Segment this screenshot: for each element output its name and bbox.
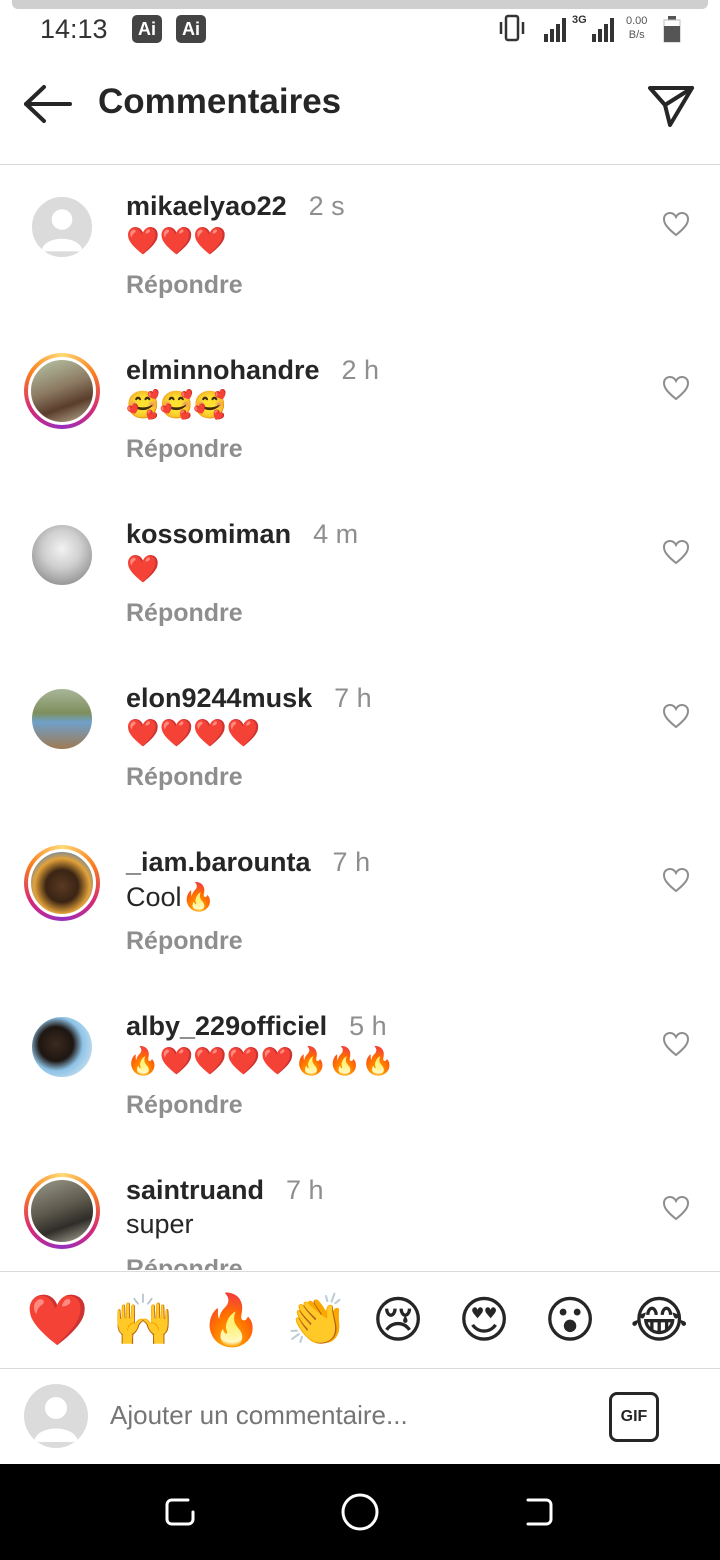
- reply-button[interactable]: Répondre: [126, 1091, 243, 1120]
- comment-item: kossomiman 4 m ❤️ Répondre: [0, 493, 720, 657]
- avatar: [24, 1384, 88, 1448]
- heart-icon[interactable]: [662, 539, 690, 565]
- comment-username[interactable]: alby_229officiel 5 h: [126, 1011, 387, 1042]
- paper-plane-icon[interactable]: [646, 80, 696, 130]
- comment-username[interactable]: _iam.barounta 7 h: [126, 847, 370, 878]
- comment-composer: GIF: [0, 1368, 720, 1464]
- comment-item: _iam.barounta 7 h Cool🔥 Répondre: [0, 821, 720, 985]
- vibrate-icon: [499, 14, 525, 42]
- comment-text: Cool🔥: [126, 882, 216, 912]
- avatar-photo: [28, 357, 96, 425]
- avatar-photo: [30, 1015, 94, 1079]
- reply-button[interactable]: Répondre: [126, 763, 243, 792]
- comment-username[interactable]: elon9244musk 7 h: [126, 683, 372, 714]
- comment-time: 7 h: [334, 683, 372, 713]
- comment-time: 4 m: [313, 519, 359, 549]
- reaction-heart[interactable]: ❤️: [26, 1290, 88, 1350]
- comment-text: super: [126, 1209, 194, 1239]
- arrow-left-icon[interactable]: [22, 84, 74, 124]
- reaction-surprised[interactable]: 😮: [544, 1290, 596, 1350]
- username-text[interactable]: mikaelyao22: [126, 191, 287, 221]
- recents-icon[interactable]: [162, 1494, 198, 1530]
- avatar-photo: [28, 1177, 96, 1245]
- signal-icon: [592, 18, 614, 42]
- comment-username[interactable]: saintruand 7 h: [126, 1175, 324, 1206]
- comment-username[interactable]: elminnohandre 2 h: [126, 355, 379, 386]
- comment-item: elon9244musk 7 h ❤️❤️❤️❤️ Répondre: [0, 657, 720, 821]
- comment-time: 2 s: [308, 191, 345, 221]
- reaction-heart-eyes[interactable]: 😍: [458, 1290, 510, 1350]
- status-bar: 14:13 Ai Ai 3G 0.00 B/s: [0, 0, 720, 60]
- avatar-photo: [30, 687, 94, 751]
- gif-button[interactable]: GIF: [609, 1392, 659, 1442]
- signal-icon: [544, 18, 566, 42]
- default-avatar-icon: [30, 195, 94, 259]
- avatar[interactable]: [24, 681, 100, 757]
- comment-username[interactable]: kossomiman 4 m: [126, 519, 358, 550]
- reply-button[interactable]: Répondre: [126, 1255, 243, 1270]
- net-speed: 0.00 B/s: [626, 14, 647, 42]
- net-speed-value: 0.00: [626, 15, 648, 27]
- heart-icon[interactable]: [662, 867, 690, 893]
- reply-button[interactable]: Répondre: [126, 599, 243, 628]
- reaction-raised-hands[interactable]: 🙌: [112, 1290, 174, 1350]
- username-text[interactable]: elminnohandre: [126, 355, 320, 385]
- home-icon[interactable]: [340, 1492, 380, 1532]
- comment-username[interactable]: mikaelyao22 2 s: [126, 191, 345, 222]
- comment-text: 🔥❤️❤️❤️❤️🔥🔥🔥: [126, 1046, 395, 1076]
- comment-text: ❤️❤️❤️❤️: [126, 718, 261, 748]
- avatar[interactable]: [24, 845, 100, 921]
- heart-icon[interactable]: [662, 703, 690, 729]
- comment-item: elminnohandre 2 h 🥰🥰🥰 Répondre: [0, 329, 720, 493]
- comment-time: 7 h: [332, 847, 371, 877]
- reply-button[interactable]: Répondre: [126, 927, 243, 956]
- reply-button[interactable]: Répondre: [126, 435, 243, 464]
- reply-button[interactable]: Répondre: [126, 271, 243, 300]
- reaction-laughing[interactable]: 😂: [630, 1290, 688, 1350]
- status-time: 14:13: [40, 14, 108, 44]
- comment-item: alby_229officiel 5 h 🔥❤️❤️❤️❤️🔥🔥🔥 Répondr…: [0, 985, 720, 1149]
- ai-badge: Ai: [176, 15, 206, 43]
- header: Commentaires: [0, 60, 720, 165]
- username-text[interactable]: elon9244musk: [126, 683, 312, 713]
- page-title: Commentaires: [98, 82, 342, 121]
- quick-reaction-bar: ❤️ 🙌 🔥 👏 😢 😍 😮 😂: [0, 1271, 720, 1369]
- avatar[interactable]: [24, 1173, 100, 1249]
- heart-icon[interactable]: [662, 375, 690, 401]
- username-text[interactable]: _iam.barounta: [126, 847, 311, 877]
- username-text[interactable]: saintruand: [126, 1175, 264, 1205]
- comment-text: 🥰🥰🥰: [126, 390, 227, 420]
- avatar-photo: [28, 849, 96, 917]
- avatar[interactable]: [24, 353, 100, 429]
- status-bar-top-edge: [12, 0, 708, 9]
- comment-item: saintruand 7 h super Répondre: [0, 1149, 720, 1270]
- comment-item: mikaelyao22 2 s ❤️❤️❤️ Répondre: [0, 165, 720, 329]
- battery-icon: [663, 16, 681, 43]
- system-nav-bar: [0, 1464, 720, 1560]
- reaction-clap[interactable]: 👏: [286, 1290, 348, 1350]
- comment-time: 2 h: [341, 355, 380, 385]
- comment-time: 5 h: [349, 1011, 387, 1041]
- username-text[interactable]: alby_229officiel: [126, 1011, 327, 1041]
- back-icon[interactable]: [520, 1494, 556, 1530]
- net-speed-unit: B/s: [628, 29, 645, 41]
- network-type: 3G: [572, 14, 587, 26]
- comment-list[interactable]: mikaelyao22 2 s ❤️❤️❤️ Répondre elminnoha…: [0, 165, 720, 1270]
- avatar-photo: [30, 523, 94, 587]
- default-avatar-icon: [34, 1397, 78, 1442]
- avatar[interactable]: [24, 1009, 100, 1085]
- comment-input[interactable]: [110, 1400, 590, 1431]
- heart-icon[interactable]: [662, 211, 690, 237]
- avatar[interactable]: [24, 517, 100, 593]
- comment-text: ❤️: [126, 554, 160, 584]
- reaction-crying[interactable]: 😢: [372, 1290, 424, 1350]
- avatar[interactable]: [24, 189, 100, 265]
- comment-text: ❤️❤️❤️: [126, 226, 227, 256]
- reaction-fire[interactable]: 🔥: [200, 1290, 262, 1350]
- ai-badge: Ai: [132, 15, 162, 43]
- comment-time: 7 h: [286, 1175, 324, 1205]
- username-text[interactable]: kossomiman: [126, 519, 291, 549]
- heart-icon[interactable]: [662, 1195, 690, 1221]
- heart-icon[interactable]: [662, 1031, 690, 1057]
